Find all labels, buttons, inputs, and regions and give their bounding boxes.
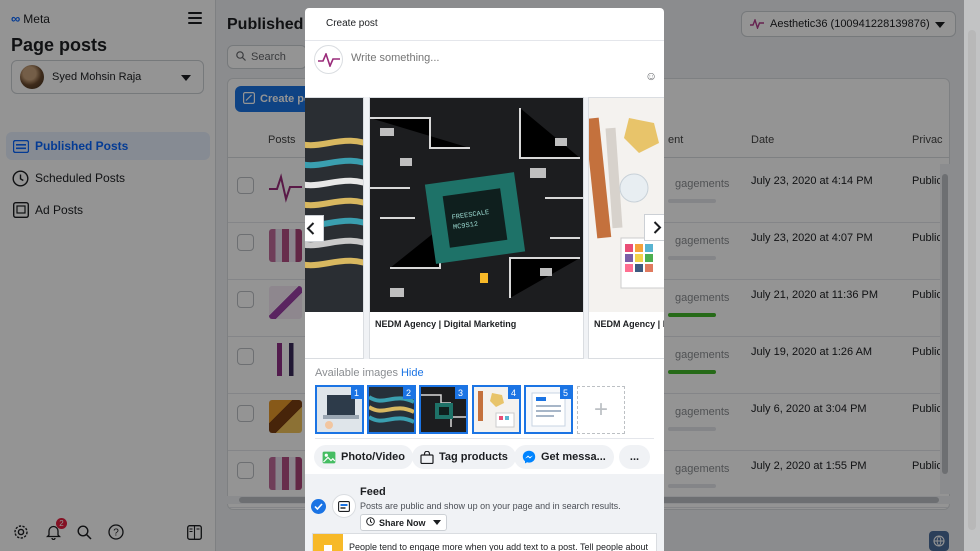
section-divider (315, 438, 654, 439)
image-thumbnail[interactable]: 3 (419, 385, 468, 434)
chevron-down-icon (432, 520, 441, 525)
feed-title: Feed (360, 486, 386, 498)
add-image-button[interactable]: + (577, 386, 625, 434)
thumbnail-index: 1 (351, 387, 362, 399)
image-thumbnail[interactable]: 2 (367, 385, 416, 434)
card-image-desk (589, 98, 664, 312)
share-now-label: Share Now (379, 517, 426, 528)
create-post-dialog: Create post ☺ (305, 8, 664, 551)
thumbnail-index: 4 (508, 387, 519, 399)
thumbnail-index: 3 (455, 387, 466, 399)
image-thumbnail[interactable]: 4 (472, 385, 521, 434)
placement-section: Feed Posts are public and show up on you… (305, 474, 664, 551)
image-thumbnail[interactable]: 1 (315, 385, 364, 434)
hide-images-link[interactable]: Hide (401, 367, 424, 379)
clock-icon (366, 517, 375, 528)
carousel-next-button[interactable] (644, 214, 664, 241)
photo-video-label: Photo/Video (341, 451, 405, 463)
chevron-right-icon (653, 221, 662, 234)
tab-create-post[interactable]: Create post (326, 18, 378, 29)
feed-checkbox[interactable] (311, 499, 326, 514)
more-actions-button[interactable]: ... (619, 445, 650, 469)
check-icon (314, 503, 323, 510)
get-messages-label: Get messa... (541, 451, 606, 463)
thumbnail-index: 2 (403, 387, 414, 399)
card-caption: NEDM Agency | Digital Marketing (375, 319, 517, 329)
chevron-left-icon (306, 222, 315, 235)
more-icon: ... (629, 451, 640, 463)
image-thumbnail[interactable]: 5 (524, 385, 573, 434)
available-images-text: Available images (315, 367, 398, 379)
photo-icon (322, 451, 336, 463)
shopping-bag-icon (420, 450, 434, 464)
tip-text: People tend to engage more when you add … (349, 542, 649, 551)
get-messages-button[interactable]: Get messa... (514, 445, 614, 469)
emoji-icon[interactable]: ☺ (645, 69, 657, 83)
thumbnail-index: 5 (560, 387, 571, 399)
available-images-label: Available images Hide (315, 367, 424, 379)
messenger-icon (522, 450, 536, 464)
tab-divider (305, 40, 664, 41)
carousel-prev-button[interactable] (305, 215, 324, 242)
card-image-cables (305, 98, 363, 312)
image-carousel: FREESCALE MC9S12 NEDM Agency | Digital M… (305, 97, 664, 359)
feed-description: Posts are public and show up on your pag… (360, 501, 621, 511)
share-now-dropdown[interactable]: Share Now (360, 514, 447, 531)
carousel-card[interactable]: FREESCALE MC9S12 NEDM Agency | Digital M… (369, 97, 584, 359)
tag-products-button[interactable]: Tag products (412, 445, 516, 469)
page-scrollbar[interactable] (964, 0, 980, 551)
tag-products-label: Tag products (439, 451, 508, 463)
post-text-input[interactable] (351, 52, 641, 64)
lightbulb-icon (313, 534, 343, 551)
page-avatar (314, 45, 343, 74)
tip-banner: People tend to engage more when you add … (312, 533, 657, 551)
card-image-chip: FREESCALE MC9S12 (370, 98, 583, 312)
feed-icon (332, 494, 356, 518)
photo-video-button[interactable]: Photo/Video (314, 445, 413, 469)
card-caption: NEDM Agency | Digital Marketing (594, 319, 664, 329)
